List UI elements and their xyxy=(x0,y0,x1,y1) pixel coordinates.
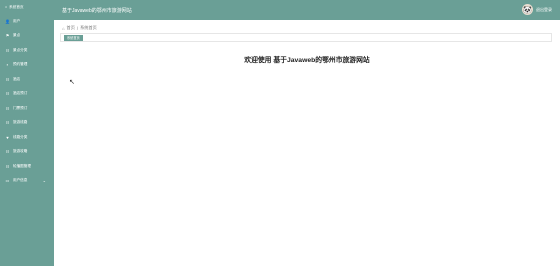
tab-bar: 系统首页 xyxy=(60,33,552,42)
sidebar-item-label: 酒店预订 xyxy=(13,91,28,96)
sidebar-item-label: 用户 xyxy=(13,18,21,23)
user-menu[interactable]: 🐼 退出登录 xyxy=(522,4,552,15)
sidebar-item[interactable]: ☷ 酒店预订 xyxy=(0,87,54,102)
sidebar-item[interactable]: ☷ 旅游线路 xyxy=(0,116,54,131)
grid-icon: ☷ xyxy=(5,105,10,111)
breadcrumb-current: 系统首页 xyxy=(80,25,97,30)
sidebar-menu: 👤 用户 ⚑ 景点 ☷ 景点分类 ▪ 预约管理 ☷ 酒店 ☷ 酒店预订 ☷ 门票预订 ☷ 旅游线路 ♥ 线路分类 ☷… xyxy=(0,14,54,188)
home-icon: ⌂ xyxy=(5,5,8,9)
sidebar-item-label: 预约管理 xyxy=(13,62,28,67)
sidebar-item[interactable]: ♥ 线路分类 xyxy=(0,130,54,145)
sidebar-item-label: 门票预订 xyxy=(13,105,28,110)
breadcrumb-home[interactable]: 首页 xyxy=(67,25,75,31)
sidebar-item[interactable]: ▭ 用户信息 ⌄ xyxy=(0,174,54,189)
breadcrumb: ⌂ 首页 / 系统首页 xyxy=(62,25,97,31)
sidebar-item-label: 线路分类 xyxy=(13,134,28,139)
mouse-cursor-icon: ↖ xyxy=(69,79,75,86)
sidebar-item-label: 景点 xyxy=(13,33,21,38)
sidebar-item[interactable]: ⚑ 景点 xyxy=(0,29,54,44)
top-header: 基于Javaweb的鄂州市旅游网站 🐼 退出登录 xyxy=(54,0,560,20)
sidebar-item-label: 旅游攻略 xyxy=(13,149,28,154)
grid-icon: ☷ xyxy=(5,120,10,126)
monitor-icon: ▭ xyxy=(5,178,10,184)
sidebar-item-label: 轮播图管理 xyxy=(13,163,31,168)
sidebar-item[interactable]: ☷ 景点分类 xyxy=(0,43,54,58)
flag-icon: ⚑ xyxy=(5,33,10,39)
welcome-heading: 欢迎使用 基于Javaweb的鄂州市旅游网站 xyxy=(244,57,370,64)
sidebar-item[interactable]: ▪ 预约管理 xyxy=(0,58,54,73)
sidebar-item[interactable]: ☷ 酒店 xyxy=(0,72,54,87)
sidebar-item[interactable]: ☷ 旅游攻略 xyxy=(0,145,54,160)
app-title: 基于Javaweb的鄂州市旅游网站 xyxy=(62,7,132,14)
grid-icon: ☷ xyxy=(5,91,10,97)
chevron-down-icon: ⌄ xyxy=(42,178,46,184)
sidebar-item[interactable]: 👤 用户 xyxy=(0,14,54,29)
sidebar-item-label: 酒店 xyxy=(13,76,21,81)
tab-home[interactable]: 系统首页 xyxy=(64,34,83,41)
bookmark-icon: ▪ xyxy=(6,62,9,68)
sidebar: ⌂ 系统首页 👤 用户 ⚑ 景点 ☷ 景点分类 ▪ 预约管理 ☷ 酒店 ☷ 酒店预订 ☷ 门票预订 ☷ 旅游线… xyxy=(0,0,54,266)
sidebar-item-label: 用户信息 xyxy=(13,178,28,183)
pin-icon: ♥ xyxy=(6,134,9,140)
grid-icon: ☷ xyxy=(5,76,10,82)
grid-icon: ☷ xyxy=(5,149,10,155)
sidebar-home-label: 系统首页 xyxy=(9,4,24,9)
sidebar-item[interactable]: ☷ 轮播图管理 xyxy=(0,159,54,174)
breadcrumb-separator: / xyxy=(76,25,79,31)
sidebar-item-label: 旅游线路 xyxy=(13,120,28,125)
sidebar-item-label: 景点分类 xyxy=(13,47,28,52)
sidebar-item[interactable]: ☷ 门票预订 xyxy=(0,101,54,116)
main-content: ⌂ 首页 / 系统首页 系统首页 欢迎使用 基于Javaweb的鄂州市旅游网站 … xyxy=(54,20,560,266)
logout-link[interactable]: 退出登录 xyxy=(536,7,552,13)
grid-icon: ☷ xyxy=(5,163,10,169)
avatar: 🐼 xyxy=(522,4,533,15)
grid-icon: ☷ xyxy=(5,47,10,53)
user-icon: 👤 xyxy=(5,18,10,24)
sidebar-home[interactable]: ⌂ 系统首页 xyxy=(0,0,54,14)
home-icon: ⌂ xyxy=(62,25,65,31)
